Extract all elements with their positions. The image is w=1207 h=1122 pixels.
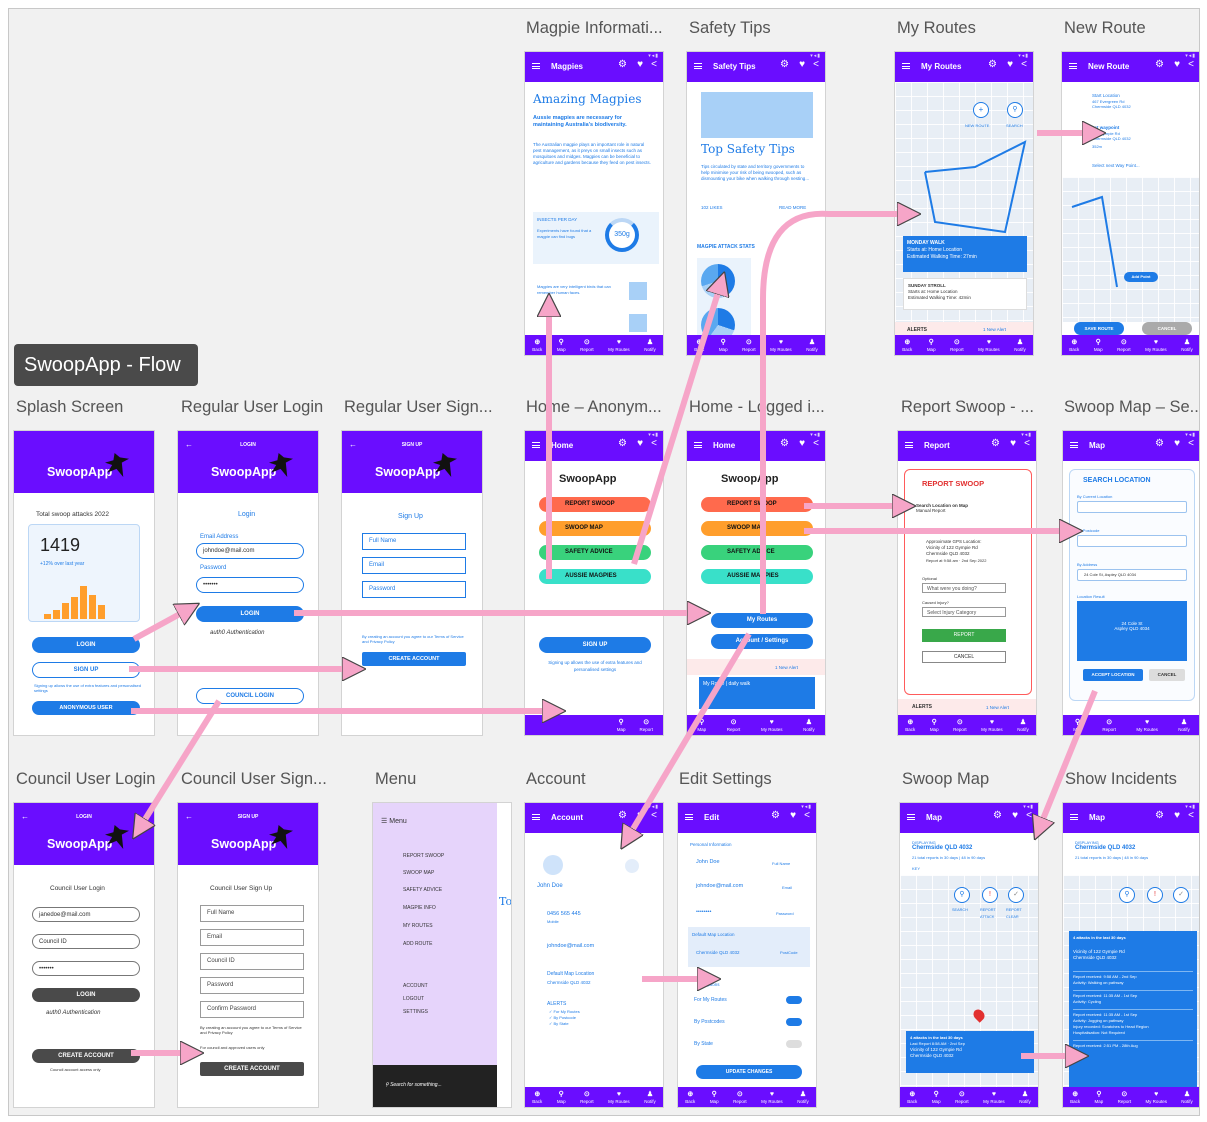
arrow-home-to-account xyxy=(627,632,752,839)
arrow-splash-to-login xyxy=(132,609,189,642)
arrow-home-to-myroutes xyxy=(760,214,909,614)
flow-arrows xyxy=(129,9,1200,1116)
arrow-search-to-incidents xyxy=(1039,689,1098,829)
arrow-home-to-safety xyxy=(631,283,721,565)
arrow-login-to-council xyxy=(139,699,222,829)
flow-canvas: SwoopApp - Flow Magpie Informati... Safe… xyxy=(8,8,1200,1116)
